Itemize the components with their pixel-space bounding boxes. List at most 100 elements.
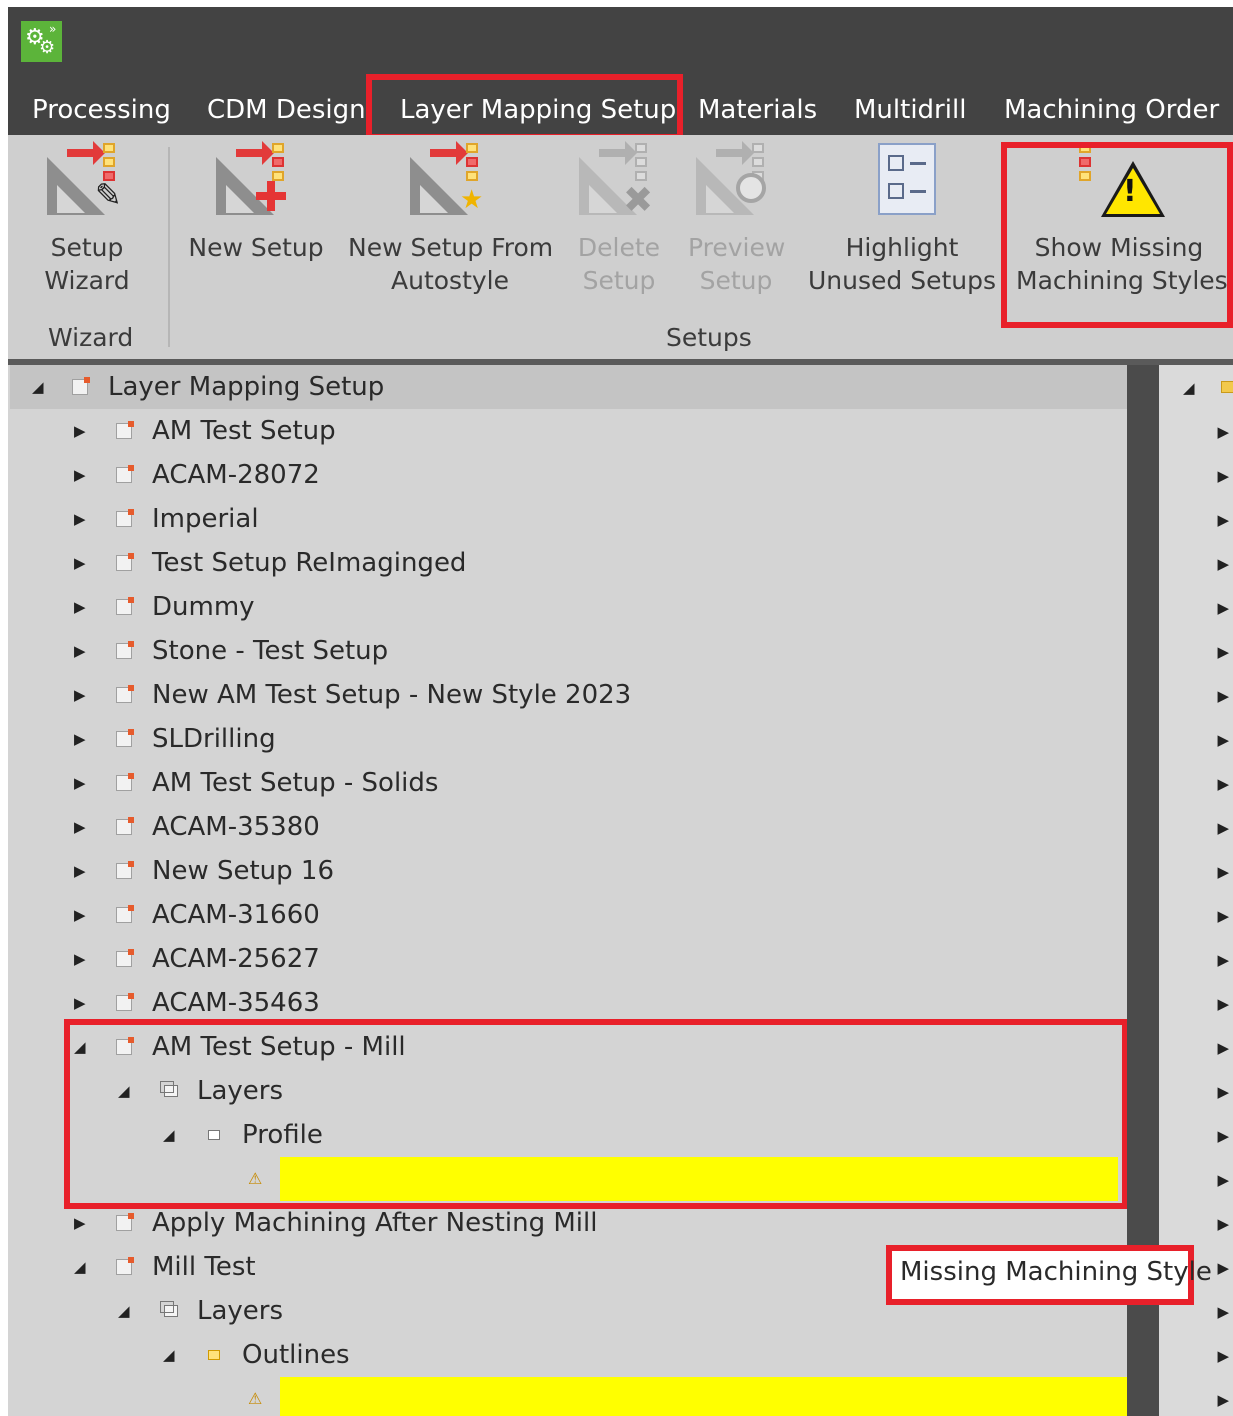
expand-icon[interactable]: ▶ [1217,687,1229,705]
tree-item[interactable]: ▶ AM Test Setup - Solids [10,761,1127,805]
delete-setup-button[interactable]: ✖ Delete Setup [574,141,664,297]
tree-root[interactable]: ◢ Layer Mapping Setup [10,365,1127,409]
tree-item[interactable]: ▶ New AM Test Setup - New Style 2023 [10,673,1127,717]
tree-item[interactable]: ▶ SLDrilling [10,717,1127,761]
collapse-icon[interactable]: ◢ [1183,379,1195,397]
group-label-setups: Setups [666,323,752,352]
expand-icon[interactable]: ▶ [1217,643,1229,661]
tab-layer-mapping-setup[interactable]: Layer Mapping Setup [400,95,676,125]
tab-materials[interactable]: Materials [698,95,817,125]
setup-icon [72,377,90,395]
expand-icon[interactable]: ▶ [1217,863,1229,881]
collapse-icon[interactable]: ◢ [163,1333,183,1377]
collapse-icon[interactable]: ◢ [118,1069,138,1113]
expand-icon[interactable]: ▶ [74,541,94,585]
expand-icon[interactable]: ▶ [74,717,94,761]
expand-icon[interactable]: ▶ [74,673,94,717]
setup-wizard-button[interactable]: ✎ Setup Wizard [26,141,148,297]
expand-icon[interactable]: ▶ [1217,1171,1229,1189]
collapse-icon[interactable]: ◢ [32,365,52,409]
expand-icon[interactable]: ▶ [1217,599,1229,617]
tree-item[interactable]: ▶ ACAM-31660 [10,893,1127,937]
preview-setup-button[interactable]: Preview Setup [688,141,785,297]
missing-style-bar[interactable] [280,1157,1118,1201]
expand-icon[interactable]: ▶ [1217,423,1229,441]
tree-item[interactable]: ▶ Imperial [10,497,1127,541]
expand-icon[interactable]: ▶ [74,937,94,981]
expand-icon[interactable]: ▶ [1217,1039,1229,1057]
tree-item[interactable]: ▶ Apply Machining After Nesting Mill [10,1201,1127,1245]
expand-icon[interactable]: ▶ [1217,1127,1229,1145]
new-setup-button[interactable]: New Setup [186,141,326,264]
tree-item-label: ACAM-31660 [152,900,320,930]
expand-icon[interactable]: ▶ [1217,1083,1229,1101]
expand-icon[interactable]: ▶ [1217,1215,1229,1233]
expand-icon[interactable]: ▶ [74,453,94,497]
tree-item[interactable]: ▶ AM Test Setup [10,409,1127,453]
tree-item[interactable]: ▶ ACAM-25627 [10,937,1127,981]
expand-icon[interactable]: ▶ [1217,995,1229,1013]
expand-icon[interactable]: ▶ [1217,467,1229,485]
layer-icon [208,1350,220,1360]
expand-icon[interactable]: ▶ [74,761,94,805]
new-setup-from-autostyle-button[interactable]: ★ New Setup From Autostyle [348,141,553,297]
highlight-unused-label-1: Highlight [845,233,959,262]
application-window: ⚙ ⚙ » Processing CDM Design Layer Mappin… [8,7,1233,1416]
expand-icon[interactable]: ▶ [1217,907,1229,925]
tree-item-layers[interactable]: ◢ Layers [10,1069,1127,1113]
tree-item[interactable]: ▶ ACAM-35463 [10,981,1127,1025]
new-setup-from-autostyle-label-2: Autostyle [391,266,509,295]
expand-icon[interactable]: ▶ [74,497,94,541]
warning-icon: ! [1079,143,1165,225]
expand-icon[interactable]: ▶ [74,629,94,673]
expand-icon[interactable]: ▶ [74,981,94,1025]
show-missing-machining-styles-button[interactable]: ! Show Missing Machining Styles [1016,143,1228,297]
expand-icon[interactable]: ▶ [74,893,94,937]
highlight-unused-label-2: Unused Setups [808,266,997,295]
expand-icon[interactable]: ▶ [74,1201,94,1245]
missing-style-bar[interactable] [280,1377,1127,1416]
collapse-icon[interactable]: ◢ [74,1025,94,1069]
tab-machining-order[interactable]: Machining Order [1004,95,1219,125]
tab-cdm-design[interactable]: CDM Design [207,95,366,125]
expand-icon[interactable]: ▶ [1217,819,1229,837]
tree-item[interactable]: ▶ Dummy [10,585,1127,629]
tree-item[interactable]: ▶ New Setup 16 [10,849,1127,893]
expand-icon[interactable]: ▶ [1217,951,1229,969]
expand-icon[interactable]: ▶ [1217,775,1229,793]
tree-item-outlines[interactable]: ◢ Outlines [10,1333,1127,1377]
new-setup-from-autostyle-icon: ★ [410,141,490,225]
expand-icon[interactable]: ▶ [74,585,94,629]
expand-icon[interactable]: ▶ [74,849,94,893]
tree-item-missing-style[interactable]: ⚠ [10,1377,1127,1416]
expand-icon[interactable]: ▶ [1217,511,1229,529]
tree-item-profile[interactable]: ◢ Profile [10,1113,1127,1157]
expand-icon[interactable]: ▶ [1217,1347,1229,1365]
tree-item[interactable]: ▶ ACAM-35380 [10,805,1127,849]
expand-icon[interactable]: ▶ [1217,1391,1229,1409]
expand-icon[interactable]: ▶ [1217,1259,1229,1277]
expand-icon[interactable]: ▶ [1217,1303,1229,1321]
expand-icon[interactable]: ▶ [1217,731,1229,749]
expand-icon[interactable]: ▶ [1217,555,1229,573]
tree-item-missing-style[interactable]: ⚠ [10,1157,1127,1201]
setup-icon [116,597,134,615]
setup-icon [116,993,134,1011]
tree-item[interactable]: ▶ ACAM-28072 [10,453,1127,497]
collapse-icon[interactable]: ◢ [118,1289,138,1333]
tab-processing[interactable]: Processing [32,95,171,125]
collapse-icon[interactable]: ◢ [163,1113,183,1157]
setup-icon [116,949,134,967]
tree-item[interactable]: ▶ Stone - Test Setup [10,629,1127,673]
tree-item[interactable]: ▶ Test Setup ReImaginged [10,541,1127,585]
app-gear-icon[interactable]: ⚙ ⚙ » [21,21,62,62]
highlight-unused-setups-button[interactable]: Highlight Unused Setups [808,143,996,297]
expand-icon[interactable]: ▶ [74,805,94,849]
tree-item-mill[interactable]: ◢ AM Test Setup - Mill [10,1025,1127,1069]
tab-multidrill[interactable]: Multidrill [854,95,966,125]
delete-setup-icon: ✖ [579,141,659,225]
layers-icon [160,1081,178,1097]
collapse-icon[interactable]: ◢ [74,1245,94,1289]
expand-icon[interactable]: ▶ [74,409,94,453]
setup-icon [116,685,134,703]
